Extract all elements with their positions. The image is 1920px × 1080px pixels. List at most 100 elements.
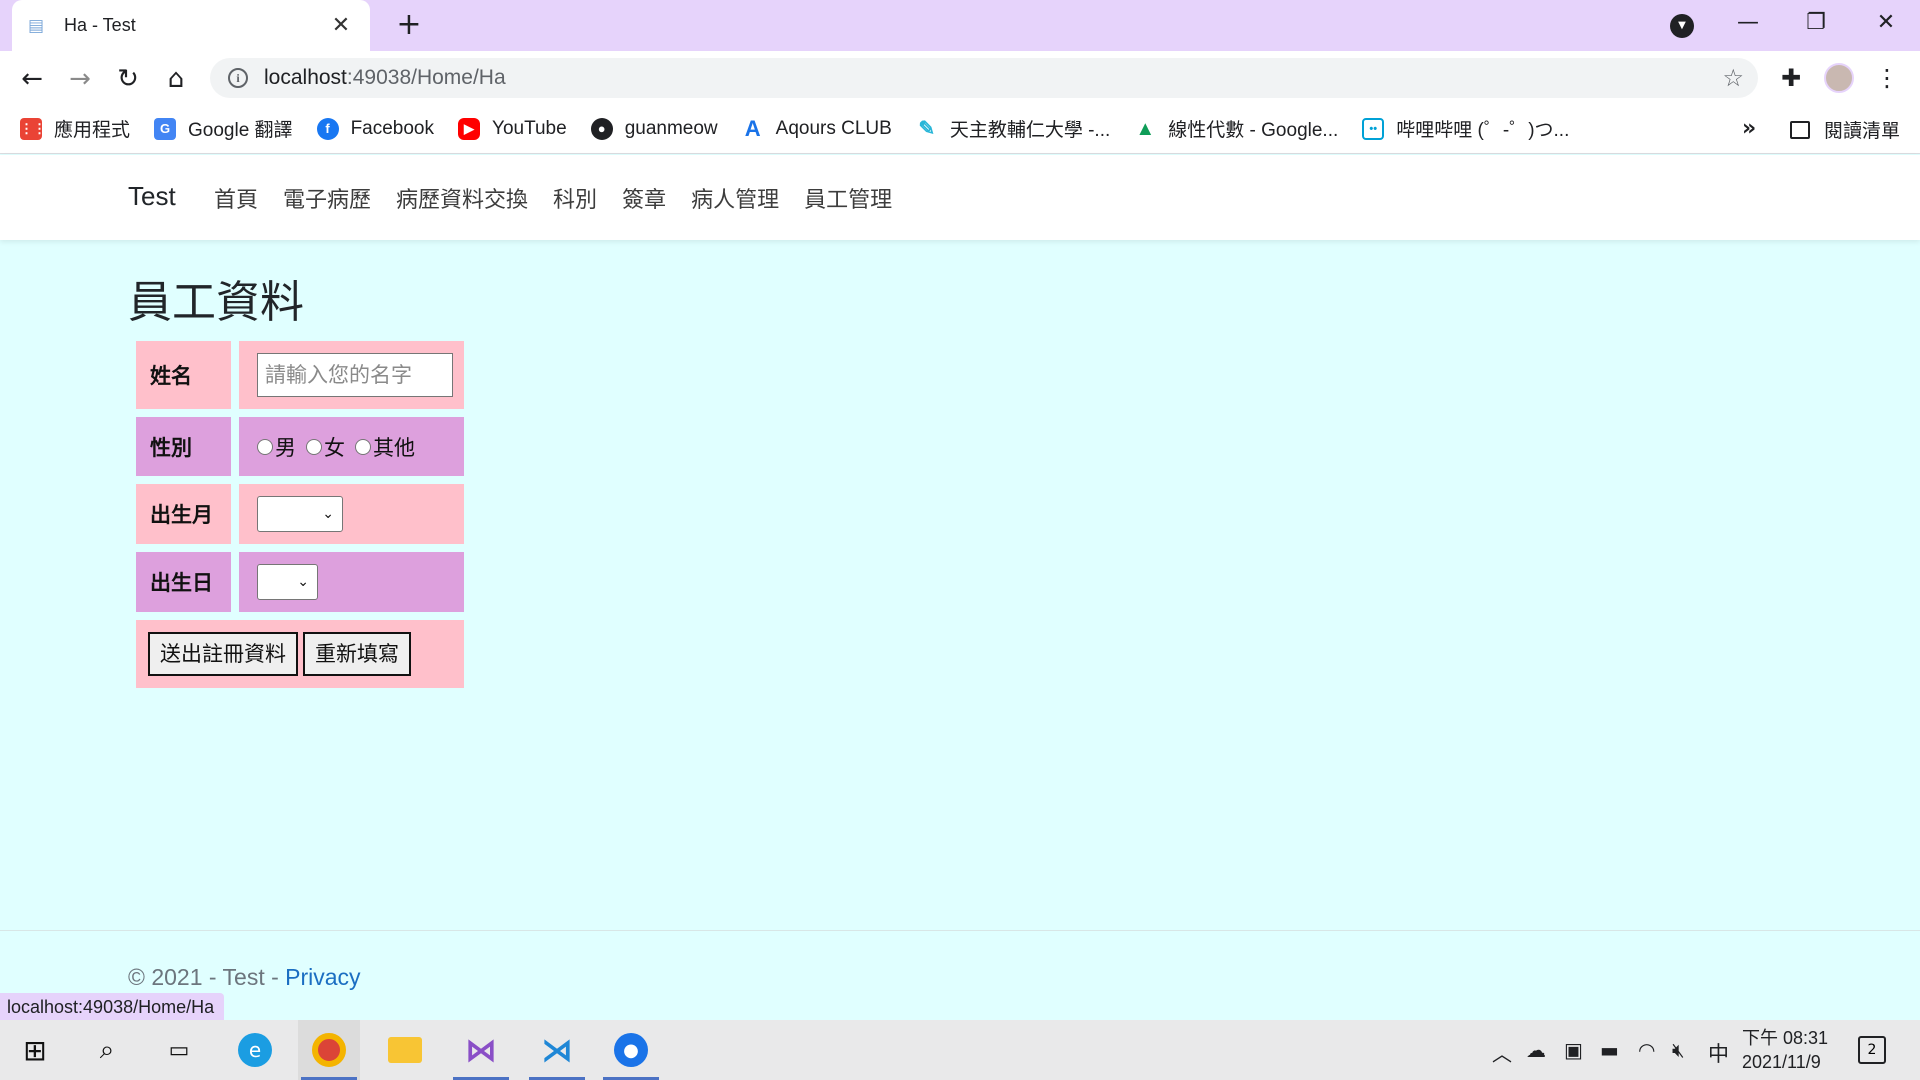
show-hidden-icons-chevron-icon[interactable]: ︿ [1492,1038,1512,1067]
bookmark-apps[interactable]: ⋮⋮ 應用程式 [20,115,130,142]
url-text[interactable]: localhost:49038/Home/Ha [264,66,1722,90]
nav-staff-management[interactable]: 員工管理 [804,182,892,214]
gender-female-label[interactable]: 女 [324,432,345,462]
extensions-puzzle-icon[interactable]: ✚ [1776,63,1806,93]
nav-home[interactable]: 首頁 [214,182,258,214]
reload-icon[interactable]: ↻ [110,61,146,97]
privacy-link[interactable]: Privacy [285,964,360,990]
site-info-icon[interactable]: i [228,68,248,88]
clock-time: 下午 08:31 [1742,1028,1829,1048]
notification-center-icon[interactable]: 2 [1858,1036,1886,1064]
visual-studio-icon: ⋈ [465,1031,497,1069]
tab-search-icon[interactable]: ▼ [1670,14,1694,38]
name-cell [239,341,464,409]
taskbar-file-explorer[interactable] [374,1020,436,1080]
reading-list[interactable]: 閱讀清單 [1790,116,1900,143]
month-label: 出生月 [136,484,231,544]
bookmark-fju[interactable]: ✎ 天主教輔仁大學 -... [915,115,1110,142]
taskbar-chrome[interactable] [298,1020,360,1080]
bookmark-star-icon[interactable]: ☆ [1722,64,1744,92]
ime-indicator[interactable]: 中 [1708,1038,1729,1068]
close-tab-icon[interactable]: ✕ [328,13,354,38]
birth-month-select[interactable]: ⌄ [257,496,343,532]
gender-male-radio[interactable] [257,438,273,455]
nav-departments[interactable]: 科別 [553,182,597,214]
youtube-icon: ▶ [458,117,481,140]
taskbar-vscode[interactable]: ⋊ [526,1020,588,1080]
profile-avatar[interactable] [1824,63,1854,93]
tab-title: Ha - Test [64,15,136,35]
nav-patient-management[interactable]: 病人管理 [691,182,779,214]
taskbar-clock[interactable]: 下午 08:31 2021/11/9 [1742,1026,1828,1074]
reset-button[interactable]: 重新填寫 [303,632,411,676]
clock-date: 2021/11/9 [1742,1052,1821,1072]
task-view-button[interactable]: ▭ [148,1020,210,1080]
chrome-icon [312,1033,346,1067]
footer: © 2021 - Test - Privacy [128,964,361,991]
start-button[interactable]: ⊞ [4,1020,66,1080]
birth-day-select[interactable]: ⌄ [257,564,318,600]
onedrive-icon[interactable]: ☁ [1526,1038,1546,1062]
site-brand[interactable]: Test [128,181,176,212]
restore-icon[interactable]: ❐ [1796,6,1836,40]
forward-icon[interactable]: → [62,61,98,97]
minimize-icon[interactable]: — [1728,6,1768,40]
day-label: 出生日 [136,552,231,612]
nav-links: 首頁 電子病歷 病歷資料交換 科別 簽章 病人管理 員工管理 [214,182,917,214]
wifi-icon[interactable]: ◠ [1638,1038,1655,1062]
bookmark-google-translate[interactable]: G Google 翻譯 [154,115,293,142]
month-cell: ⌄ [239,484,464,544]
gender-male-label[interactable]: 男 [275,432,296,462]
bookmark-youtube[interactable]: ▶ YouTube [458,117,567,140]
address-bar[interactable]: i localhost:49038/Home/Ha ☆ [210,58,1758,98]
taskbar: ⊞ ⌕ ▭ e ⋈ ⋊ ● ︿ ☁ ▣ ▬ ◠ 🔇︎ 中 下午 08:31 20… [0,1020,1920,1080]
gender-female-radio[interactable] [306,438,322,455]
nav-signature[interactable]: 簽章 [622,182,666,214]
chevron-down-icon: ⌄ [297,574,309,590]
form-row-gender: 性別 男 女 其他 [136,417,464,476]
windows-logo-icon: ⊞ [23,1033,47,1067]
footer-copyright: © 2021 - Test - [128,964,286,990]
taskbar-maps[interactable]: ● [600,1020,662,1080]
battery-icon[interactable]: ▬ [1600,1038,1619,1062]
taskbar-edge[interactable]: e [224,1020,286,1080]
gender-other-label[interactable]: 其他 [373,432,415,462]
browser-tab[interactable]: ▤ Ha - Test ✕ [12,0,370,51]
bookmark-bilibili[interactable]: •• 哔哩哔哩 (゜-゜)つ... [1362,115,1569,142]
back-icon[interactable]: ← [14,61,50,97]
bookmarks-bar: ⋮⋮ 應用程式 G Google 翻譯 f Facebook ▶ YouTube… [0,104,1920,154]
aqours-icon: A [741,117,764,140]
map-pin-icon: ● [614,1033,648,1067]
buttons-cell: 送出註冊資料 重新填寫 [136,620,464,688]
bookmark-facebook[interactable]: f Facebook [316,117,434,140]
name-input[interactable] [257,353,453,397]
bookmark-github[interactable]: ● guanmeow [590,117,718,140]
home-icon[interactable]: ⌂ [158,61,194,97]
more-bookmarks-chevron-icon[interactable]: » [1742,116,1756,141]
gender-cell: 男 女 其他 [239,417,464,476]
form-row-day: 出生日 ⌄ [136,552,464,612]
facebook-icon: f [316,117,339,140]
new-tab-button[interactable]: + [392,8,426,42]
form-row-buttons: 送出註冊資料 重新填寫 [136,620,464,688]
nav-record-exchange[interactable]: 病歷資料交換 [396,182,528,214]
day-cell: ⌄ [239,552,464,612]
name-label: 姓名 [136,341,231,409]
bookmark-aqours[interactable]: A Aqours CLUB [741,117,892,140]
menu-kebab-icon[interactable]: ⋮ [1872,63,1902,93]
gender-other-radio[interactable] [355,438,371,455]
page-title: 員工資料 [128,277,304,328]
bookmark-google-drive[interactable]: ▲ 線性代數 - Google... [1134,115,1338,142]
submit-button[interactable]: 送出註冊資料 [148,632,298,676]
tab-strip: ▤ Ha - Test ✕ + ▼ — ❐ ✕ [0,0,1920,51]
taskbar-visual-studio[interactable]: ⋈ [450,1020,512,1080]
form-row-name: 姓名 [136,341,464,409]
volume-muted-icon[interactable]: 🔇︎ [1672,1038,1685,1062]
vscode-icon: ⋊ [541,1031,573,1069]
nav-emr[interactable]: 電子病歷 [283,182,371,214]
fju-icon: ✎ [915,117,938,140]
search-button[interactable]: ⌕ [76,1020,138,1080]
folder-icon [388,1037,422,1063]
meet-now-icon[interactable]: ▣ [1564,1038,1583,1062]
close-window-icon[interactable]: ✕ [1866,6,1906,40]
